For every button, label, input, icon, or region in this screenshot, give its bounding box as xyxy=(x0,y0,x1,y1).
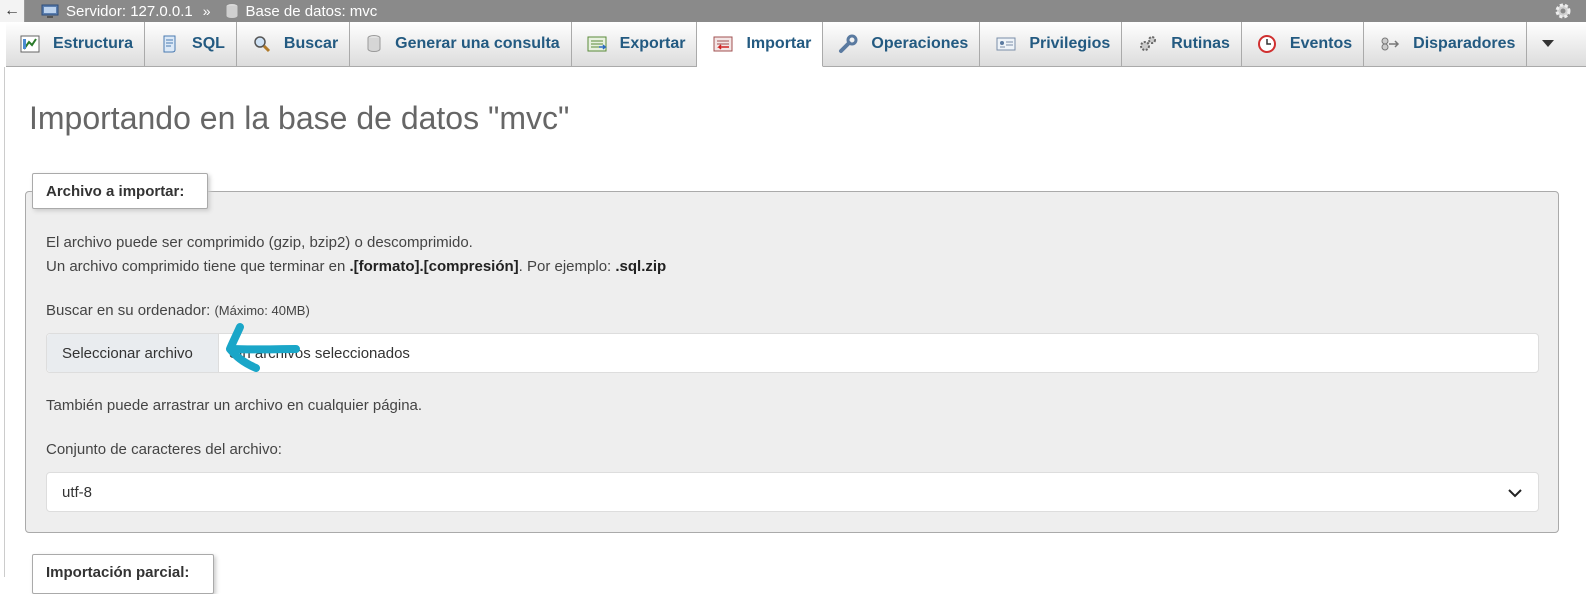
server-icon xyxy=(41,4,59,19)
tab-label: Eventos xyxy=(1289,35,1353,52)
settings-gear-icon[interactable] xyxy=(1554,0,1572,22)
wrench-icon xyxy=(838,34,858,54)
database-icon xyxy=(225,3,239,19)
partial-import-legend: Importación parcial: xyxy=(32,554,214,594)
left-border xyxy=(4,67,5,577)
main-tabs: Estructura SQL Buscar Generar una consul… xyxy=(6,22,1586,67)
tab-privilegios[interactable]: Privilegios xyxy=(980,22,1123,66)
tab-label: Estructura xyxy=(53,35,134,52)
breadcrumb: ← Servidor: 127.0.0.1 » Base de datos: m… xyxy=(0,0,1586,22)
tab-label: Generar una consulta xyxy=(395,35,560,52)
tab-label: Rutinas xyxy=(1171,35,1230,52)
back-button[interactable]: ← xyxy=(0,0,25,22)
query-icon xyxy=(366,35,382,53)
sql-icon xyxy=(161,34,179,54)
tab-eventos[interactable]: Eventos xyxy=(1242,22,1365,66)
export-icon xyxy=(587,35,607,53)
charset-label: Conjunto de caracteres del archivo: xyxy=(46,441,282,458)
tab-buscar[interactable]: Buscar xyxy=(237,22,351,66)
caret-down-icon xyxy=(1541,35,1555,53)
tab-disparadores[interactable]: Disparadores xyxy=(1364,22,1528,66)
triggers-icon xyxy=(1380,36,1400,52)
tab-exportar[interactable]: Exportar xyxy=(572,22,698,66)
breadcrumb-server[interactable]: Servidor: 127.0.0.1 xyxy=(41,3,193,20)
breadcrumb-database[interactable]: Base de datos: mvc xyxy=(225,2,378,20)
charset-selected-value: utf-8 xyxy=(62,483,93,501)
tab-label: Privilegios xyxy=(1029,35,1111,52)
search-icon xyxy=(253,35,271,53)
tab-estructura[interactable]: Estructura xyxy=(6,22,146,66)
tab-label: Operaciones xyxy=(871,35,969,52)
privileges-icon xyxy=(996,36,1016,52)
compression-info: El archivo puede ser comprimido (gzip, b… xyxy=(46,234,473,251)
tab-label: SQL xyxy=(192,35,225,52)
structure-icon xyxy=(20,35,40,53)
file-import-legend: Archivo a importar: xyxy=(32,173,208,209)
breadcrumb-separator: » xyxy=(202,3,211,19)
tab-label: Buscar xyxy=(283,35,339,52)
routines-icon xyxy=(1138,34,1158,54)
drag-drop-hint: También puede arrastrar un archivo en cu… xyxy=(46,397,423,414)
charset-select[interactable]: utf-8 xyxy=(46,472,1539,512)
tab-label: Exportar xyxy=(619,35,686,52)
tab-operaciones[interactable]: Operaciones xyxy=(823,22,981,66)
page-title: Importando en la base de datos "mvc" xyxy=(29,100,570,136)
tab-generar-consulta[interactable]: Generar una consulta xyxy=(350,22,572,66)
tab-importar[interactable]: Importar xyxy=(697,22,824,67)
tab-rutinas[interactable]: Rutinas xyxy=(1122,22,1242,66)
breadcrumb-server-label: Servidor: 127.0.0.1 xyxy=(66,2,193,20)
chevron-down-icon xyxy=(1508,485,1522,502)
browse-label: Buscar en su ordenador: (Máximo: 40MB) xyxy=(46,302,310,319)
tab-sql[interactable]: SQL xyxy=(145,22,237,66)
breadcrumb-database-label: Base de datos: mvc xyxy=(245,2,378,20)
clock-icon xyxy=(1257,34,1277,54)
tab-label: Disparadores xyxy=(1413,35,1516,52)
annotation-arrow-icon xyxy=(226,323,300,372)
compression-format-info: Un archivo comprimido tiene que terminar… xyxy=(46,258,667,275)
import-icon xyxy=(713,35,733,53)
tab-label: Importar xyxy=(746,35,812,52)
max-size-note: (Máximo: 40MB) xyxy=(214,303,310,318)
tabs-more-dropdown[interactable] xyxy=(1527,22,1569,66)
choose-file-button[interactable]: Seleccionar archivo xyxy=(47,334,219,372)
